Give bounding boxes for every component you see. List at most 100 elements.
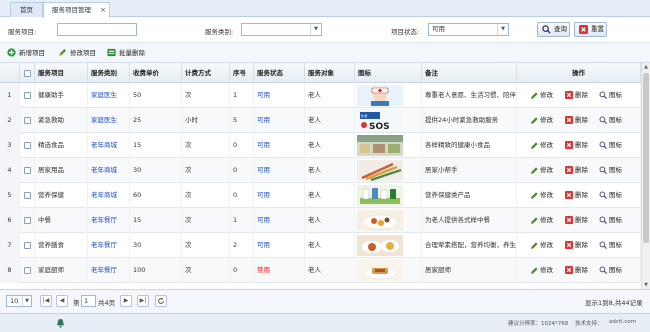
header-select-all[interactable] xyxy=(20,63,35,83)
row-checkbox[interactable] xyxy=(24,141,31,149)
vertical-scrollbar[interactable]: ▲ ▼ xyxy=(641,63,650,289)
header-category[interactable]: 服务类别 xyxy=(88,63,130,83)
row-checkbox-cell[interactable] xyxy=(20,108,35,133)
row-checkbox[interactable] xyxy=(24,241,31,249)
table-row[interactable]: 3 精选食品 老年商城 15 次 0 可用 老人 各样精致的健康小食品 修改 删… xyxy=(0,133,641,158)
magnifier-icon xyxy=(599,191,607,199)
pencil-icon xyxy=(531,192,538,199)
row-delete-button[interactable]: 删除 xyxy=(565,233,588,258)
select-all-checkbox[interactable] xyxy=(24,69,31,77)
tab-service-management[interactable]: 服务项目管理 × xyxy=(43,2,110,18)
row-checkbox[interactable] xyxy=(24,266,31,274)
header-service-name[interactable]: 服务项目 xyxy=(35,63,88,83)
header-remark[interactable]: 备注 xyxy=(422,63,517,83)
row-icon-button[interactable]: 图标 xyxy=(599,83,622,108)
table-row[interactable]: 2 紧急救助 家庭医生 25 小时 5 可用 老人 Intl SOS 提供24小时… xyxy=(0,108,641,133)
magnifier-icon xyxy=(599,216,607,224)
cell-seq: 0 xyxy=(230,133,254,158)
row-icon-button[interactable]: 图标 xyxy=(599,183,622,208)
bell-icon[interactable] xyxy=(56,318,65,328)
table-row[interactable]: 7 营养膳食 老年餐厅 30 次 2 可用 老人 合理荤素搭配，营养均衡，养生 … xyxy=(0,233,641,258)
batch-delete-button[interactable]: 批量删除 xyxy=(107,47,145,59)
category-select[interactable]: ▼ xyxy=(241,23,322,36)
row-edit-button[interactable]: 修改 xyxy=(530,133,553,158)
next-page-button[interactable]: ▶ xyxy=(120,295,132,307)
row-checkbox-cell[interactable] xyxy=(20,83,35,108)
page-number-input[interactable]: 1 xyxy=(81,295,96,307)
row-icon-button[interactable]: 图标 xyxy=(599,158,622,183)
row-checkbox-cell[interactable] xyxy=(20,208,35,233)
page-size-select[interactable]: 10 ▼ xyxy=(6,295,32,307)
table-row[interactable]: 8 家庭厨师 老年餐厅 100 次 0 禁用 老人 居家厨师 修改 删除 图标 xyxy=(0,258,641,283)
row-delete-button[interactable]: 删除 xyxy=(565,83,588,108)
search-panel: 服务项目: 服务类别: ▼ 项目状态: 可用 ▼ 查询 重置 xyxy=(0,18,650,43)
row-edit-button[interactable]: 修改 xyxy=(530,108,553,133)
tab-home[interactable]: 首页 xyxy=(10,2,43,17)
row-delete-button[interactable]: 删除 xyxy=(565,208,588,233)
row-icon-button[interactable]: 图标 xyxy=(599,258,622,283)
row-checkbox[interactable] xyxy=(24,191,31,199)
row-delete-button[interactable]: 删除 xyxy=(565,133,588,158)
prev-page-button[interactable]: ◀ xyxy=(56,295,68,307)
row-icon-button[interactable]: 图标 xyxy=(599,208,622,233)
row-delete-button[interactable]: 删除 xyxy=(565,183,588,208)
row-checkbox-cell[interactable] xyxy=(20,258,35,283)
row-icon-button[interactable]: 图标 xyxy=(599,233,622,258)
query-label: 查询 xyxy=(554,25,567,33)
cell-icon xyxy=(355,158,422,183)
cell-seq: 1 xyxy=(230,208,254,233)
row-edit-button[interactable]: 修改 xyxy=(530,233,553,258)
pencil-icon xyxy=(531,217,538,224)
row-icon-button[interactable]: 图标 xyxy=(599,108,622,133)
row-checkbox-cell[interactable] xyxy=(20,233,35,258)
row-edit-button[interactable]: 修改 xyxy=(530,183,553,208)
row-edit-button[interactable]: 修改 xyxy=(530,158,553,183)
header-billing[interactable]: 计费方式 xyxy=(182,63,230,83)
reset-button[interactable]: 重置 xyxy=(574,22,607,37)
add-service-button[interactable]: 新增项目 xyxy=(7,47,45,59)
scroll-up-icon[interactable]: ▲ xyxy=(642,63,650,71)
row-delete-button[interactable]: 删除 xyxy=(565,108,588,133)
scrollbar-thumb[interactable] xyxy=(643,73,649,243)
row-edit-button[interactable]: 修改 xyxy=(530,258,553,283)
row-checkbox-cell[interactable] xyxy=(20,183,35,208)
cell-billing: 次 xyxy=(182,158,230,183)
scroll-down-icon[interactable]: ▼ xyxy=(642,281,650,289)
table-row[interactable]: 5 营养保健 老年商城 60 次 0 可用 老人 营养保健类产品 修改 删除 图… xyxy=(0,183,641,208)
cell-remark: 营养保健类产品 xyxy=(422,183,517,208)
query-button[interactable]: 查询 xyxy=(537,22,570,37)
table-row[interactable]: 1 健康助手 家庭医生 50 次 1 可用 老人 尊重老人意愿、生活习惯、陪伴 … xyxy=(0,83,641,108)
row-checkbox[interactable] xyxy=(24,116,31,124)
row-icon-label: 图标 xyxy=(609,141,622,149)
row-checkbox-cell[interactable] xyxy=(20,158,35,183)
status-select[interactable]: 可用 ▼ xyxy=(428,23,509,36)
row-delete-button[interactable]: 删除 xyxy=(565,158,588,183)
first-page-button[interactable]: |◀ xyxy=(40,295,52,307)
header-status[interactable]: 服务状态 xyxy=(254,63,305,83)
table-row[interactable]: 4 居家用品 老年商城 30 次 0 可用 老人 居家小帮手 修改 删除 图标 xyxy=(0,158,641,183)
pencil-icon xyxy=(531,242,538,249)
row-delete-button[interactable]: 删除 xyxy=(565,258,588,283)
row-icon-button[interactable]: 图标 xyxy=(599,133,622,158)
row-delete-label: 删除 xyxy=(575,116,588,124)
support-link[interactable]: adcti.com xyxy=(609,319,636,325)
row-edit-button[interactable]: 修改 xyxy=(530,208,553,233)
cell-actions: 修改 删除 图标 xyxy=(517,233,641,258)
row-checkbox-cell[interactable] xyxy=(20,133,35,158)
row-checkbox[interactable] xyxy=(24,91,31,99)
header-icon[interactable]: 图标 xyxy=(355,63,422,83)
service-name-input[interactable] xyxy=(57,23,137,36)
row-checkbox[interactable] xyxy=(24,166,31,174)
row-edit-button[interactable]: 修改 xyxy=(530,83,553,108)
tab-close-icon[interactable]: × xyxy=(100,3,106,17)
row-checkbox[interactable] xyxy=(24,216,31,224)
refresh-button[interactable] xyxy=(155,295,167,307)
last-page-button[interactable]: ▶| xyxy=(137,295,149,307)
cell-category: 老年餐厅 xyxy=(88,233,130,258)
header-target[interactable]: 服务对象 xyxy=(305,63,355,83)
table-row[interactable]: 6 中餐 老年餐厅 15 次 1 可用 老人 为老人提供各式样中餐 修改 删除 … xyxy=(0,208,641,233)
header-seq[interactable]: 序号 xyxy=(230,63,254,83)
header-price[interactable]: 收费单价 xyxy=(130,63,182,83)
edit-service-button[interactable]: 修改项目 xyxy=(58,47,96,59)
row-number: 7 xyxy=(0,233,20,258)
